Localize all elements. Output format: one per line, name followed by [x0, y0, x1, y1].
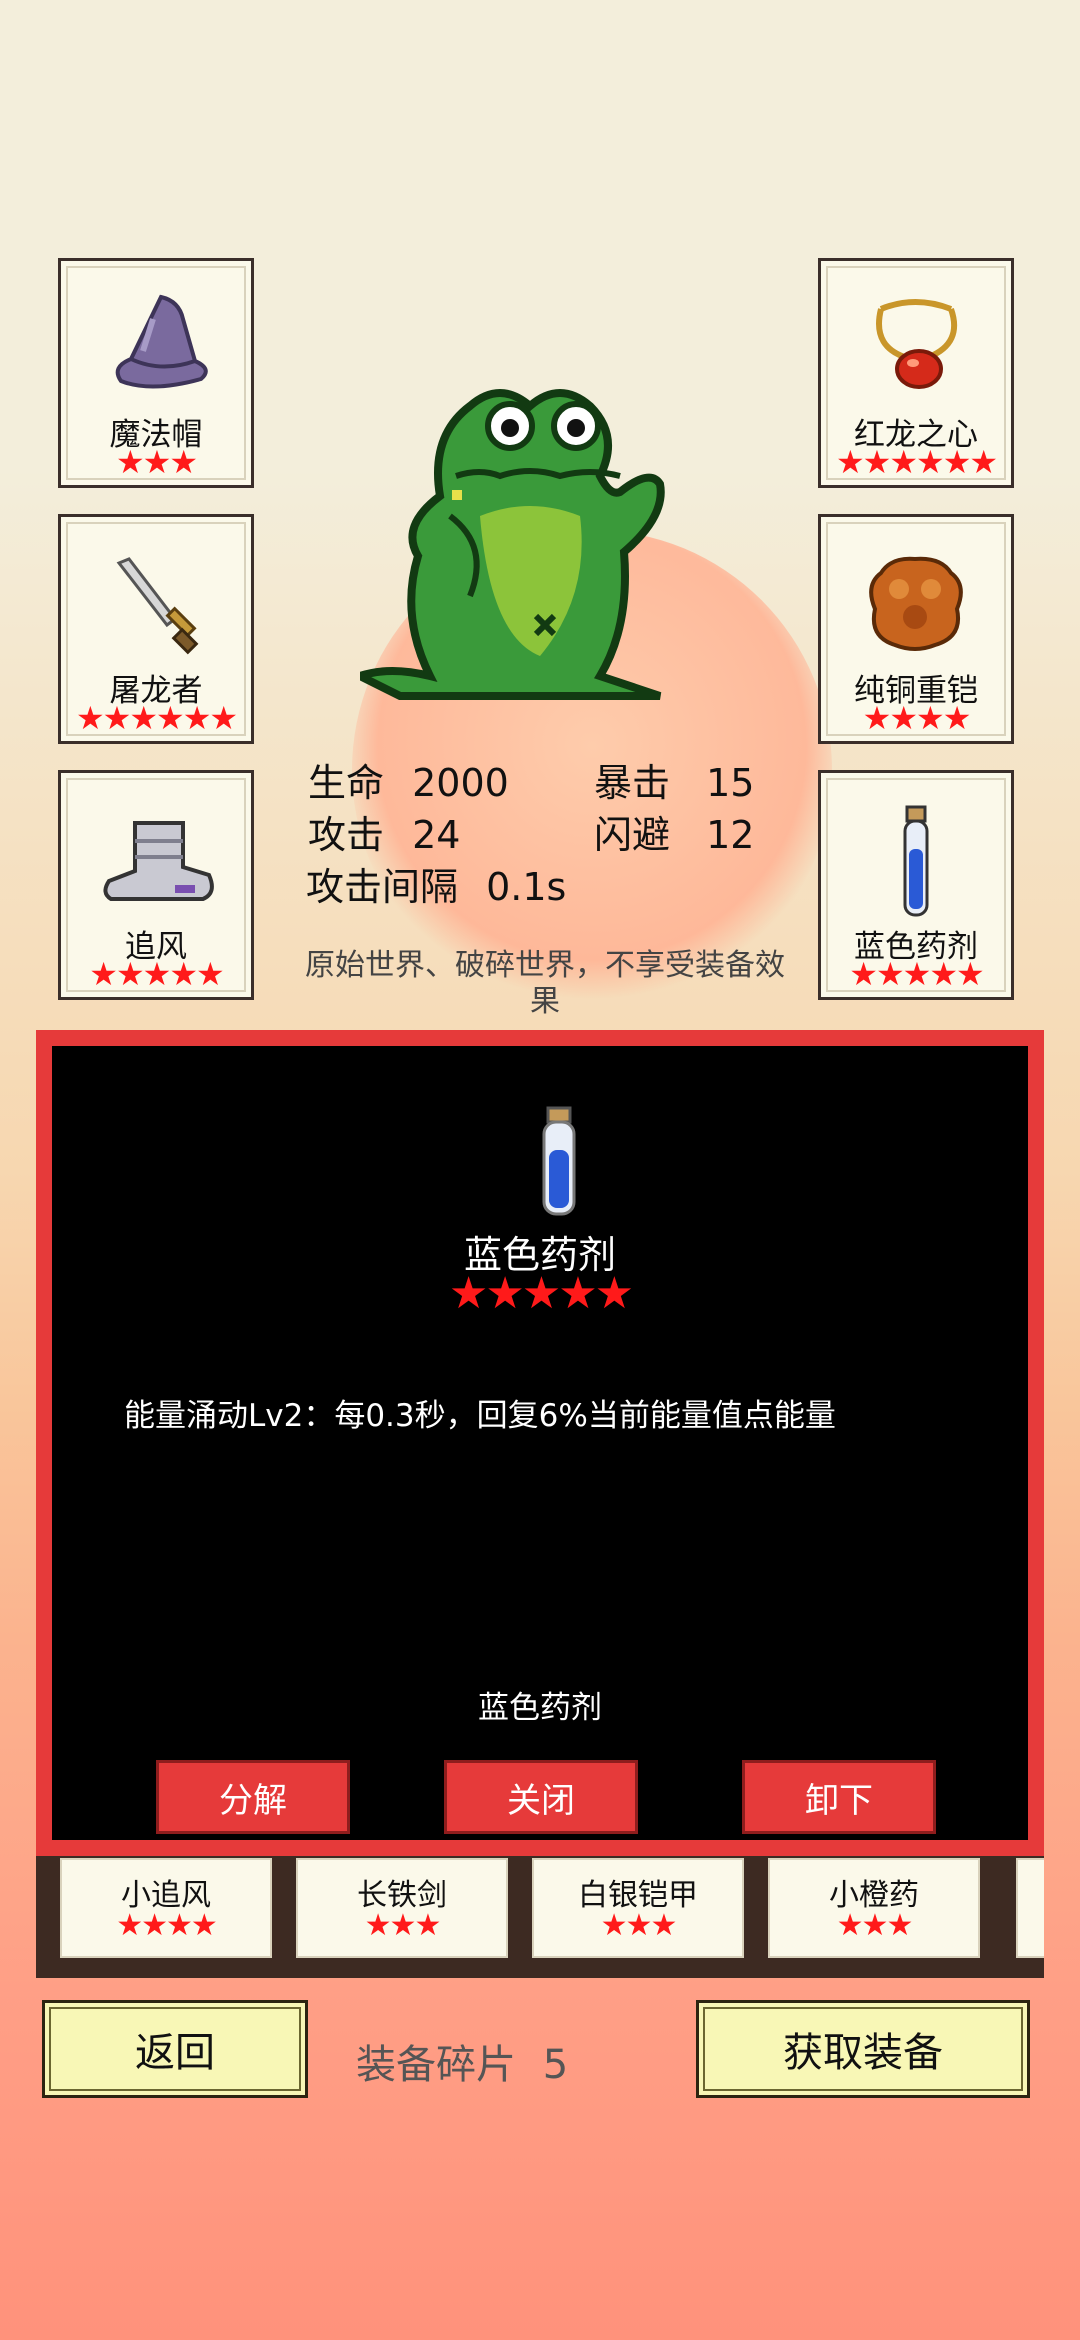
attack-interval-value: 0.1s	[486, 865, 567, 909]
inventory-item-stars: ★★★	[836, 1908, 914, 1943]
equip-slot-weapon[interactable]: 屠龙者 ★★★★★★	[58, 514, 254, 744]
attack-label: 攻击	[308, 813, 385, 857]
equip-slot-boots[interactable]: 追风 ★★★★★	[58, 770, 254, 1000]
item-stars: ★★★★★	[448, 1268, 634, 1319]
dagger-icon	[116, 557, 199, 655]
boots-icon	[103, 821, 214, 901]
shards-label: 装备碎片	[356, 2042, 516, 2088]
item-name: 蓝色药剂	[478, 1690, 602, 1726]
item-detail-content: 蓝色药剂 ★★★★★ 能量涌动Lv2：每0.3秒，回复6%当前能量值点能量 蓝色…	[52, 1046, 1028, 1840]
equip-stars: ★★★★★★	[835, 443, 998, 481]
item-description: 能量涌动Lv2：每0.3秒，回复6%当前能量值点能量	[124, 1398, 836, 1434]
inventory-item-partial[interactable]	[1016, 1858, 1044, 1958]
inventory-strip[interactable]: 小追风 ★★★★ 长铁剑 ★★★ 白银铠甲 ★★★ 小橙药 ★★★	[36, 1856, 1044, 1978]
inventory-item[interactable]: 小追风 ★★★★	[60, 1858, 272, 1958]
back-button[interactable]: 返回	[42, 2000, 308, 2098]
blue-potion-icon	[903, 805, 929, 917]
equip-slot-amulet[interactable]: 红龙之心 ★★★★★★	[818, 258, 1014, 488]
inventory-item[interactable]: 长铁剑 ★★★	[296, 1858, 508, 1958]
equip-slot-hat[interactable]: 魔法帽 ★★★	[58, 258, 254, 488]
attack-value: 24	[412, 813, 461, 857]
inventory-item-stars: ★★★	[364, 1908, 442, 1943]
equipment-shards: 装备碎片 5	[356, 2032, 568, 2090]
get-equipment-button[interactable]: 获取装备	[696, 2000, 1030, 2098]
equip-stars: ★★★★★	[89, 955, 224, 993]
inventory-item[interactable]: 白银铠甲 ★★★	[532, 1858, 744, 1958]
unequip-button[interactable]: 卸下	[742, 1760, 936, 1834]
world-note: 原始世界、破碎世界，不享受装备效果	[305, 948, 785, 1019]
armor-icon	[869, 556, 963, 651]
equip-stars: ★★★★★★	[75, 699, 238, 737]
wizard-hat-icon	[115, 294, 208, 389]
crit-value: 15	[706, 761, 755, 805]
equip-stars: ★★★★★	[849, 955, 984, 993]
item-detail-panel: 蓝色药剂 ★★★★★ 能量涌动Lv2：每0.3秒，回复6%当前能量值点能量 蓝色…	[36, 1030, 1044, 1856]
equip-stars: ★★★	[115, 443, 198, 481]
dodge-label: 闪避	[594, 813, 671, 857]
inventory-item[interactable]: 小橙药 ★★★	[768, 1858, 980, 1958]
dodge-value: 12	[706, 813, 755, 857]
equip-slot-armor[interactable]: 纯铜重铠 ★★★★	[818, 514, 1014, 744]
decompose-button[interactable]: 分解	[156, 1760, 350, 1834]
frog-character	[360, 389, 665, 700]
inventory-item-stars: ★★★★	[116, 1908, 218, 1943]
hp-label: 生命	[308, 761, 385, 805]
blue-potion-icon	[542, 1106, 576, 1216]
amulet-icon	[876, 299, 958, 389]
hp-value: 2000	[412, 761, 509, 805]
equip-slot-potion[interactable]: 蓝色药剂 ★★★★★	[818, 770, 1014, 1000]
attack-interval-label: 攻击间隔	[306, 865, 459, 909]
inventory-item-stars: ★★★	[600, 1908, 678, 1943]
close-button[interactable]: 关闭	[444, 1760, 638, 1834]
equip-stars: ★★★★	[862, 699, 972, 737]
crit-label: 暴击	[594, 761, 671, 805]
shards-value: 5	[542, 2042, 569, 2088]
